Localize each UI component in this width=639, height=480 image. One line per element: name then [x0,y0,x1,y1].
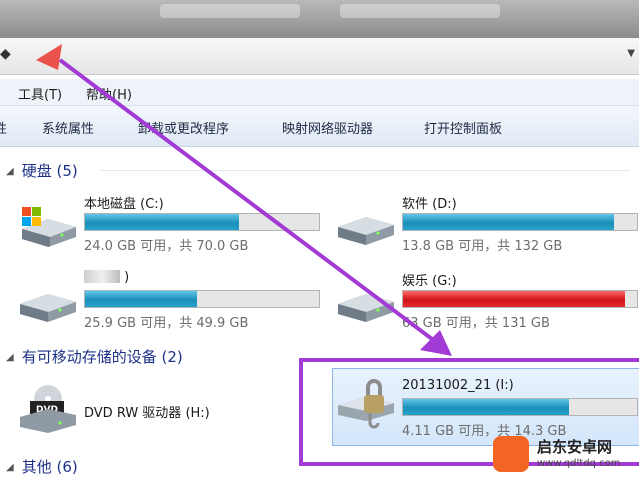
hard-drive-icon [338,294,394,322]
map-network-drive-button[interactable]: 映射网络驱动器 [282,118,373,137]
drive-h[interactable]: DVD DVD RW 驱动器 (H:) [18,380,298,450]
usage-bar-fill [403,214,614,230]
window-title-bar [0,0,639,38]
hard-drive-icon [338,217,394,245]
section-title: 其他 (6) [21,458,78,476]
drive-name: ) [84,270,129,285]
section-hard-disks[interactable]: ◢ 硬盘 (5) [6,160,78,180]
section-title: 有可移动存储的设备 (2) [21,348,183,366]
drive-name: 本地磁盘 (C:) [84,197,164,212]
back-arrow-icon[interactable]: ◆ [0,46,11,62]
drive-usage-text: 13.8 GB 可用，共 132 GB [402,239,563,254]
usage-bar [84,213,320,231]
watermark: 启东安卓网 www.qdltdq.com [493,432,633,478]
drive-name: DVD RW 驱动器 (H:) [84,406,210,421]
uninstall-program-button[interactable]: 卸载或更改程序 [138,118,229,137]
menu-help[interactable]: 帮助(H) [86,84,132,103]
drive-name: 娱乐 (G:) [402,274,457,289]
drive-usage-text: 25.9 GB 可用，共 49.9 GB [84,316,249,331]
drive-usage-text: 24.0 GB 可用，共 70.0 GB [84,239,249,254]
usage-bar-fill [85,214,240,230]
drive-c[interactable]: 本地磁盘 (C:) 24.0 GB 可用，共 70.0 GB [18,193,320,263]
usage-bar-fill [403,291,626,307]
drive-e[interactable]: ) 25.9 GB 可用，共 49.9 GB [18,270,320,340]
usage-bar-fill [85,291,198,307]
drive-usage-text: 63 GB 可用，共 131 GB [402,316,550,331]
system-properties-button[interactable]: 系统属性 [42,118,94,137]
chevron-down-icon[interactable]: ▼ [627,48,635,59]
hard-drive-icon [20,294,76,322]
collapse-triangle-icon[interactable]: ◢ [6,462,14,473]
drive-name-suffix: ) [124,270,130,285]
watermark-url: www.qdltdq.com [537,458,621,469]
windows-system-drive-icon [22,207,76,247]
drive-g[interactable]: 娱乐 (G:) 63 GB 可用，共 131 GB [336,270,638,340]
address-bar[interactable]: ◆ ▼ [0,38,639,75]
watermark-title: 启东安卓网 [537,438,613,456]
usage-bar [84,290,320,308]
usage-bar [402,290,638,308]
usage-bar [402,213,638,231]
open-control-panel-button[interactable]: 打开控制面板 [424,118,502,137]
section-title: 硬盘 (5) [21,162,78,180]
redacted-name [84,270,120,283]
collapse-triangle-icon[interactable]: ◢ [6,352,14,363]
toolbar-properties-partial[interactable]: 性 [0,118,7,137]
collapse-triangle-icon[interactable]: ◢ [6,166,14,177]
drive-name: 软件 (D:) [402,197,457,212]
drive-d[interactable]: 软件 (D:) 13.8 GB 可用，共 132 GB [336,193,638,263]
section-removable[interactable]: ◢ 有可移动存储的设备 (2) [6,346,183,366]
section-divider [100,170,630,171]
menu-bar: 工具(T) 帮助(H) [0,79,639,106]
section-other[interactable]: ◢ 其他 (6) [6,456,78,476]
command-toolbar: 性 系统属性 卸载或更改程序 映射网络驱动器 打开控制面板 [0,106,639,147]
watermark-logo-icon [493,436,529,472]
dvd-drive-icon: DVD [20,385,76,433]
menu-tools[interactable]: 工具(T) [18,84,62,103]
